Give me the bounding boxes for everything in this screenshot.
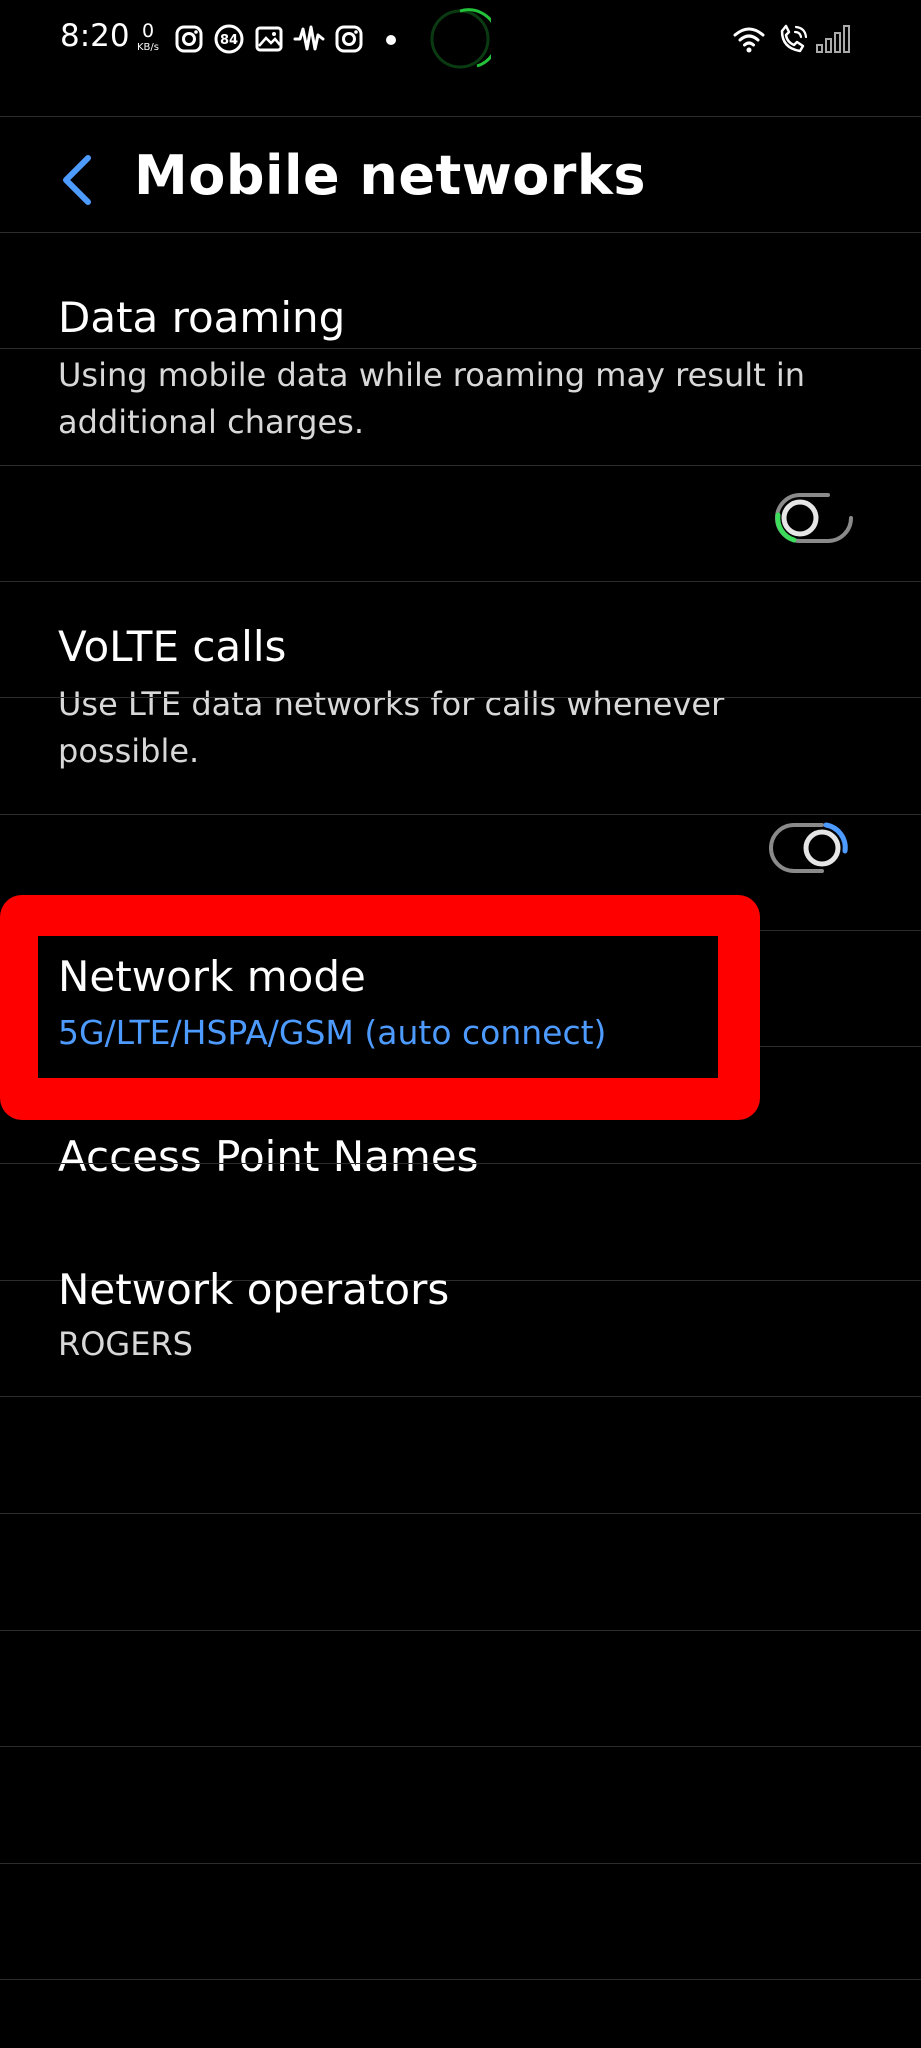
dot-icon: [386, 35, 396, 45]
network-mode-value: 5G/LTE/HSPA/GSM (auto connect): [58, 1013, 607, 1052]
network-operators-title: Network operators: [58, 1265, 450, 1314]
data-roaming-toggle[interactable]: [764, 485, 858, 551]
divider: [0, 697, 921, 698]
network-speed: 0 KB/s: [133, 22, 163, 53]
divider: [0, 1396, 921, 1397]
divider: [0, 232, 921, 233]
data-roaming-description: Using mobile data while roaming may resu…: [58, 356, 806, 441]
svg-text:84: 84: [220, 33, 238, 48]
toggle-on-icon: [769, 822, 848, 873]
network-speed-unit: KB/s: [137, 42, 159, 53]
chevron-left-icon: [63, 155, 91, 205]
toggle-off-icon: [775, 493, 853, 543]
divider: [760, 1046, 921, 1047]
divider: [0, 1163, 921, 1164]
volte-calls-toggle[interactable]: [764, 815, 858, 881]
volte-calls-title: VoLTE calls: [58, 622, 287, 671]
divider: [0, 1979, 921, 1980]
network-operators-value: ROGERS: [58, 1325, 193, 1363]
divider: [0, 348, 921, 349]
divider: [0, 581, 921, 582]
signal-icon: [814, 22, 854, 56]
divider: [0, 1863, 921, 1864]
instagram-icon: [332, 22, 366, 56]
camera-cutout: [429, 8, 499, 70]
page-title: Mobile networks: [134, 144, 646, 207]
wifi-calling-icon: [776, 22, 810, 56]
data-roaming-title: Data roaming: [58, 293, 346, 342]
instagram-icon: [172, 22, 206, 56]
wifi-icon: [732, 22, 766, 56]
gallery-icon: [252, 22, 286, 56]
divider: [0, 1630, 921, 1631]
divider: [0, 1746, 921, 1747]
page-header: Mobile networks: [0, 118, 921, 234]
network-mode-title: Network mode: [58, 952, 366, 1001]
waveform-icon: [292, 22, 326, 56]
volte-calls-description: Use LTE data networks for calls whenever…: [58, 685, 725, 770]
network-speed-value: 0: [141, 20, 155, 42]
badge-84-icon: 84: [212, 22, 246, 56]
back-button[interactable]: [54, 150, 100, 210]
divider: [0, 465, 921, 466]
access-point-names-title: Access Point Names: [58, 1132, 479, 1181]
status-bar: 8:20 0 KB/s 84: [0, 0, 921, 78]
highlight-annotation: [0, 895, 760, 1120]
divider: [0, 1513, 921, 1514]
status-time: 8:20: [60, 18, 130, 54]
divider: [0, 116, 921, 117]
